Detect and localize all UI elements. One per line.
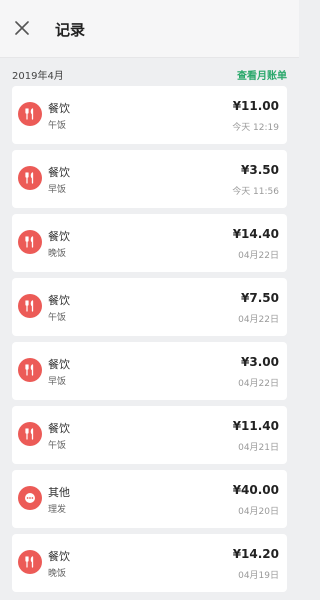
record-item[interactable]: 餐饮早饭 ¥3.50 今天 11:56	[12, 150, 287, 208]
fork-knife-icon	[18, 102, 42, 126]
record-item[interactable]: 餐饮早饭 ¥3.00 04月22日	[12, 342, 287, 400]
record-note: 晚饭	[48, 249, 67, 259]
record-category: 餐饮	[48, 166, 70, 179]
record-category: 餐饮	[48, 102, 70, 115]
record-time: 今天 12:19	[232, 123, 279, 133]
record-note: 午饭	[48, 313, 67, 323]
record-item[interactable]: 餐饮晚饭 ¥14.40 04月22日	[12, 214, 287, 272]
record-item[interactable]: 餐饮午饭 ¥11.00 今天 12:19	[12, 86, 287, 144]
record-list: 餐饮 午饭 ¥11.00 今天 12:19 餐饮 早饭 ¥3.50 今天 11:56 餐饮 晚饭 ¥…	[12, 86, 287, 598]
close-button[interactable]	[12, 18, 32, 38]
fork-knife-icon	[18, 166, 42, 190]
record-category: 其他	[48, 486, 70, 499]
record-amount: ¥14.20	[232, 547, 279, 561]
record-note: 午饭	[48, 441, 67, 451]
month-header: 2019年4月 查看月账单	[0, 62, 299, 84]
record-time: 04月21日	[238, 443, 279, 453]
record-note: 早饭	[48, 185, 67, 195]
record-category: 餐饮	[48, 422, 70, 435]
record-item[interactable]: 餐饮午饭 ¥11.40 04月21日	[12, 406, 287, 464]
fork-knife-icon	[18, 358, 42, 382]
record-note: 理发	[48, 505, 67, 515]
record-amount: ¥7.50	[241, 291, 279, 305]
fork-knife-icon	[18, 294, 42, 318]
fork-knife-icon	[18, 422, 42, 446]
top-bar: 记录	[0, 0, 299, 58]
record-time: 今天 11:56	[232, 187, 279, 197]
record-amount: ¥14.40	[232, 227, 279, 241]
close-icon	[15, 21, 29, 35]
fork-knife-icon	[18, 230, 42, 254]
record-item[interactable]: 餐饮午饭 ¥7.50 04月22日	[12, 278, 287, 336]
record-time: 04月19日	[238, 571, 279, 581]
record-note: 晚饭	[48, 569, 67, 579]
record-category: 餐饮	[48, 294, 70, 307]
record-amount: ¥11.00	[232, 99, 279, 113]
record-amount: ¥3.50	[241, 163, 279, 177]
record-item[interactable]: 餐饮晚饭 ¥14.20 04月19日	[12, 534, 287, 592]
record-note: 午饭	[48, 121, 67, 131]
record-item[interactable]: 其他理发 ¥40.00 04月20日	[12, 470, 287, 528]
record-category: 餐饮	[48, 230, 70, 243]
view-monthly-bill-link[interactable]: 查看月账单	[237, 67, 287, 82]
record-note: 早饭	[48, 377, 67, 387]
record-category: 餐饮	[48, 550, 70, 563]
record-amount: ¥40.00	[232, 483, 279, 497]
record-time: 04月22日	[238, 379, 279, 389]
month-label: 2019年4月	[12, 71, 64, 82]
record-category: 餐饮	[48, 358, 70, 371]
record-amount: ¥11.40	[232, 419, 279, 433]
record-amount: ¥3.00	[241, 355, 279, 369]
record-time: 04月22日	[238, 251, 279, 261]
page-title: 记录	[55, 21, 86, 39]
record-time: 04月20日	[238, 507, 279, 517]
more-dots-icon	[18, 486, 42, 510]
record-time: 04月22日	[238, 315, 279, 325]
fork-knife-icon	[18, 550, 42, 574]
